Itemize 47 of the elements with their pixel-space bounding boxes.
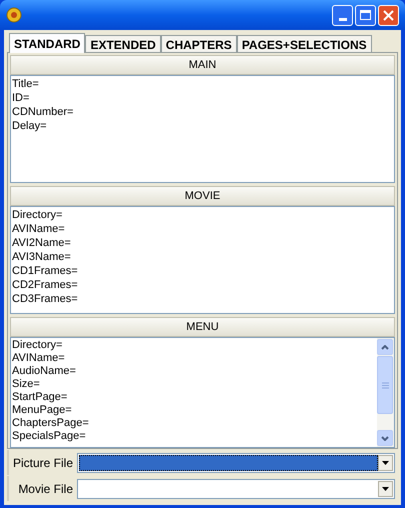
section-header: MAIN	[10, 55, 395, 75]
file-dropdown[interactable]	[77, 452, 395, 472]
text-line: CDNumber=	[12, 105, 74, 119]
section-header: MOVIE	[10, 186, 395, 206]
minimize-icon	[338, 18, 346, 20]
close-icon	[383, 10, 394, 20]
text-line: Delay=	[12, 119, 48, 133]
text-line: Directory=	[12, 208, 64, 222]
text-line: AVI2Name=	[12, 236, 72, 250]
text-line: AudioName=	[12, 365, 77, 378]
text-line: CD1Frames=	[12, 264, 79, 278]
chevron-down-icon	[381, 436, 389, 440]
field-label: Movie File	[17, 480, 74, 498]
minimize-button[interactable]	[332, 4, 353, 26]
caret-icon	[382, 486, 389, 490]
chevron-up-icon	[381, 344, 389, 350]
tab[interactable]: CHAPTERS	[160, 35, 237, 52]
maximize-icon	[360, 10, 371, 20]
app-icon	[6, 7, 22, 23]
text-line: Title=	[12, 77, 40, 91]
text-line: ChaptersPage=	[12, 417, 90, 430]
text-line: Directory=	[12, 339, 64, 352]
text-line: CD3Frames=	[12, 292, 79, 306]
scroll-down-button[interactable]	[377, 430, 393, 446]
maximize-button[interactable]	[355, 4, 376, 26]
scroll-up-button[interactable]	[377, 339, 393, 355]
text-line: CD2Frames=	[12, 278, 79, 292]
section-header: MENU	[10, 317, 395, 337]
tab[interactable]: STANDARD	[9, 33, 86, 53]
text-line: StartPage=	[12, 391, 68, 404]
text-line: MenuPage=	[12, 404, 73, 417]
grip-icon	[382, 382, 388, 388]
text-box[interactable]: Directory= AVIName= AVI2Name= AVI3Name= CD1Frames= CD2Frames= CD3Frames=	[10, 206, 395, 314]
close-button[interactable]	[378, 4, 399, 26]
text-line: AVIName=	[12, 222, 66, 236]
text-box[interactable]: Directory= AVIName= AudioName= Size= StartPage= MenuPage= ChaptersPage= SpecialsPage=	[10, 337, 395, 448]
field-label: Picture File	[12, 454, 74, 472]
text-line: AVIName=	[12, 352, 66, 365]
text-line: SpecialsPage=	[12, 430, 87, 443]
text-line: ID=	[12, 91, 30, 105]
tab[interactable]: EXTENDED	[85, 35, 161, 52]
tab[interactable]: PAGES+SELECTIONS	[236, 35, 372, 52]
text-line: AVI3Name=	[12, 250, 72, 264]
text-line: Size=	[12, 378, 41, 391]
caret-icon	[382, 460, 389, 464]
scroll-thumb[interactable]	[377, 356, 393, 414]
text-box[interactable]: Title= ID= CDNumber= Delay=	[10, 75, 395, 183]
